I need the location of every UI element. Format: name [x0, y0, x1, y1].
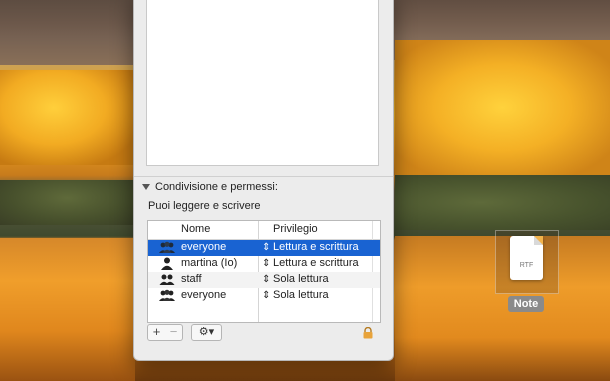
row-user-name: staff — [181, 273, 202, 285]
table-rows: everyone ⇕ Lettura e scrittura martina (… — [148, 240, 380, 304]
row-user-name: everyone — [181, 241, 227, 253]
remove-user-button[interactable]: − — [165, 324, 183, 341]
table-row[interactable]: staff ⇕ Sola lettura — [148, 272, 380, 288]
file-extension: RTF — [519, 262, 534, 269]
row-privilege[interactable]: Sola lettura — [273, 289, 329, 301]
row-privilege[interactable]: Lettura e scrittura — [273, 241, 359, 253]
privilege-stepper-icon[interactable]: ⇕ — [262, 257, 270, 270]
wallpaper-trees-right — [395, 175, 610, 230]
row-user-name: martina (Io) — [181, 257, 238, 269]
table-row[interactable]: everyone ⇕ Lettura e scrittura — [148, 240, 380, 256]
privilege-stepper-icon[interactable]: ⇕ — [262, 273, 270, 286]
privilege-stepper-icon[interactable]: ⇕ — [262, 289, 270, 302]
group-icon — [159, 273, 175, 287]
preview-area — [146, 0, 379, 166]
table-row[interactable]: martina (Io) ⇕ Lettura e scrittura — [148, 256, 380, 272]
action-menu-button[interactable]: ⚙▾ — [191, 324, 222, 341]
rtf-document-icon: RTF — [510, 236, 543, 280]
disclosure-triangle-icon[interactable] — [142, 184, 150, 190]
table-row[interactable]: everyone ⇕ Sola lettura — [148, 288, 380, 304]
user-icon — [159, 257, 175, 271]
desktop-file-icon[interactable]: RTF — [495, 230, 559, 294]
group-icon — [159, 289, 175, 303]
group-icon — [159, 241, 175, 255]
permission-status-text: Puoi leggere e scrivere — [148, 200, 261, 212]
wallpaper-trees-left — [0, 180, 135, 225]
wallpaper-hill-left — [0, 0, 140, 65]
row-user-name: everyone — [181, 289, 227, 301]
desktop-file-name[interactable]: Note — [508, 296, 544, 312]
section-divider — [134, 176, 393, 177]
row-privilege[interactable]: Lettura e scrittura — [273, 257, 359, 269]
sharing-section-title: Condivisione e permessi: — [155, 181, 278, 193]
wallpaper-foliage-right — [395, 40, 610, 175]
column-header-name[interactable]: Nome — [181, 223, 210, 235]
wallpaper-foliage-left — [0, 70, 135, 165]
wallpaper-lake-left — [0, 238, 135, 381]
permissions-table[interactable]: Nome Privilegio everyone ⇕ Lettura e scr… — [147, 220, 381, 323]
privilege-stepper-icon[interactable]: ⇕ — [262, 241, 270, 254]
table-header: Nome Privilegio — [148, 221, 380, 240]
lock-icon[interactable] — [362, 326, 374, 339]
sharing-permissions-disclosure[interactable]: Condivisione e permessi: — [142, 180, 278, 194]
info-window: Condivisione e permessi: Puoi leggere e … — [133, 0, 394, 361]
add-user-button[interactable]: + — [147, 324, 166, 341]
column-header-privilege[interactable]: Privilegio — [273, 223, 318, 235]
page-fold — [534, 236, 543, 245]
row-privilege[interactable]: Sola lettura — [273, 273, 329, 285]
